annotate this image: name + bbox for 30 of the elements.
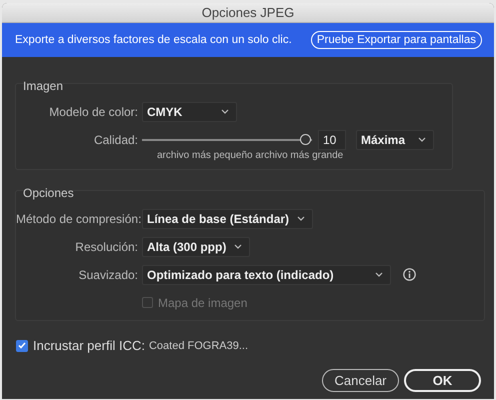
group-title: Opciones bbox=[23, 186, 75, 200]
cancel-button[interactable]: Cancelar bbox=[322, 369, 399, 392]
chevron-icon bbox=[297, 216, 306, 221]
chevron-icon bbox=[418, 137, 426, 142]
slider-thumb[interactable] bbox=[300, 134, 311, 144]
field-label: Calidad: bbox=[92, 132, 139, 146]
banner-message: Exporte a diversos factores de escala con un solo clic. bbox=[15, 34, 292, 46]
dropdown[interactable]: Máxima bbox=[356, 130, 434, 150]
field-label: Método de compresión: bbox=[16, 212, 142, 226]
info-icon[interactable] bbox=[403, 268, 416, 281]
checkbox-label: Incrustar perfil ICC: bbox=[33, 338, 145, 353]
chevron-icon bbox=[221, 109, 229, 114]
field-label: Suavizado: bbox=[78, 268, 139, 282]
group-title: Imagen bbox=[23, 79, 64, 93]
dropdown[interactable]: Alta (300 ppp) bbox=[142, 236, 250, 256]
window-title: Opciones JPEG bbox=[202, 5, 294, 20]
checkbox-label: Mapa de imagen bbox=[158, 296, 248, 310]
ok-button[interactable]: OK bbox=[404, 369, 481, 392]
quality-input[interactable]: 10 bbox=[318, 130, 346, 150]
chevron-icon bbox=[234, 244, 242, 249]
slider-hint: archivo más pequeño archivo más grande bbox=[157, 150, 344, 161]
dropdown[interactable]: Optimizado para texto (indicado) bbox=[142, 264, 391, 284]
field-label: Resolución: bbox=[74, 240, 139, 254]
dropdown[interactable]: Línea de base (Estándar) bbox=[142, 208, 314, 228]
checkbox[interactable] bbox=[16, 340, 28, 352]
profile-name: Coated FOGRA39... bbox=[148, 340, 248, 352]
field-label: Modelo de color: bbox=[48, 104, 139, 118]
export-screens-button[interactable]: Pruebe Exportar para pantallas bbox=[310, 31, 482, 49]
dropdown[interactable]: CMYK bbox=[142, 102, 237, 122]
chevron-icon bbox=[375, 272, 383, 277]
